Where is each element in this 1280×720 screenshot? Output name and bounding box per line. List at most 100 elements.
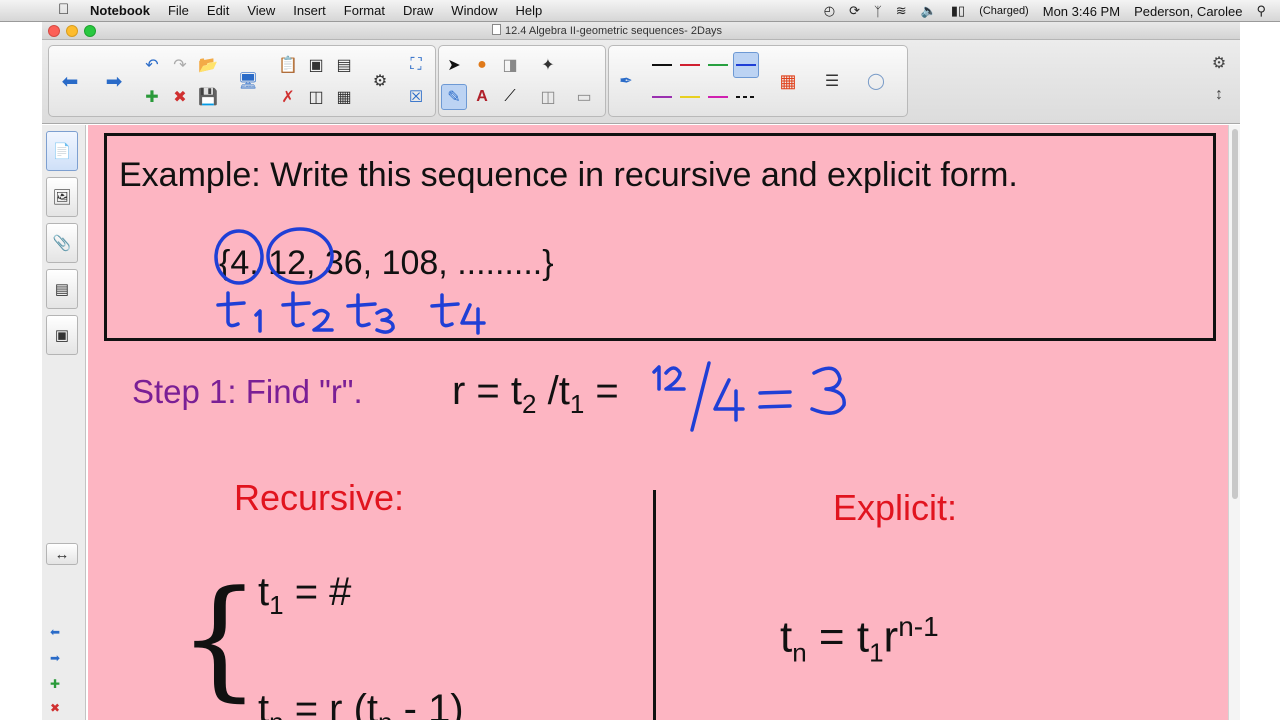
gallery-tab[interactable]: 🖼 — [46, 177, 78, 217]
notebook-page[interactable]: Example: Write this sequence in recursiv… — [88, 125, 1228, 720]
ink-equals — [758, 390, 792, 409]
properties-icon: ▤ — [54, 281, 70, 298]
menu-draw[interactable]: Draw — [403, 3, 433, 18]
menu-format[interactable]: Format — [344, 3, 385, 18]
menu-edit[interactable]: Edit — [207, 3, 229, 18]
menu-view[interactable]: View — [247, 3, 275, 18]
window-zoom-button[interactable] — [84, 25, 96, 37]
ink-t4-bar — [430, 302, 460, 308]
next-page-icon[interactable]: ➡ — [101, 68, 127, 94]
pen-swatch-magenta — [708, 96, 728, 98]
select-arrow-icon[interactable]: ➤ — [441, 52, 467, 78]
line-style-icon[interactable]: ☰ — [819, 68, 845, 94]
fullscreen-icon[interactable]: ⛶ — [403, 52, 429, 78]
spotlight-search-icon[interactable]: ⚲ — [1256, 3, 1266, 19]
menu-file[interactable]: File — [168, 3, 189, 18]
toolbar-group-tools: ➤ ● ◨ ✦ ✎ A ⟋ ◫ ▭ — [438, 45, 606, 117]
save-icon[interactable]: 💾 — [195, 84, 221, 110]
wifi-icon[interactable]: ≋ — [896, 3, 907, 19]
sidebar-add-page-icon[interactable]: ✚ — [50, 677, 60, 691]
canvas-area: 📄 🖼 📎 ▤ ▣ ↔ ⬅ ➡ ✚ ✖ Example: Write this … — [42, 125, 1240, 720]
open-folder-icon[interactable]: 📂 — [195, 52, 221, 78]
battery-status: (Charged) — [979, 5, 1029, 17]
pen-swatch-black — [652, 64, 672, 66]
display-screen-icon[interactable]: 🖥 — [235, 68, 261, 94]
toolbar-move-icon[interactable]: ↕ — [1206, 82, 1232, 108]
volume-icon[interactable]: 🔈 — [921, 3, 937, 19]
add-page-icon[interactable]: ✚ — [139, 84, 165, 110]
color-palette-icon[interactable]: ▦ — [775, 68, 801, 94]
menu-app[interactable]: Notebook — [90, 3, 150, 18]
ink-t3-stem — [356, 293, 371, 328]
ink-fraction-slash — [690, 361, 711, 432]
settings-gear-icon[interactable]: ⚙ — [1206, 50, 1232, 76]
pen-swatch-green — [708, 64, 728, 66]
bluetooth-icon[interactable]: ᛉ — [874, 4, 882, 19]
eraser-tool-icon[interactable]: ◨ — [497, 52, 523, 78]
shapes-icon[interactable]: ● — [469, 52, 495, 78]
sync-icon[interactable]: ⟳ — [849, 3, 860, 19]
side-panel-resize-button[interactable]: ↔ — [46, 543, 78, 565]
menu-insert[interactable]: Insert — [293, 3, 326, 18]
menubar-user[interactable]: Pederson, Carolee — [1134, 4, 1242, 19]
properties-icon[interactable]: ⚙ — [367, 68, 393, 94]
pen-icon[interactable]: ✒ — [613, 68, 639, 94]
redo-icon[interactable]: ↷ — [167, 52, 193, 78]
undo-icon[interactable]: ↶ — [139, 52, 165, 78]
window-title-text: 12.4 Algebra II-geometric sequences- 2Da… — [505, 25, 723, 37]
previous-page-icon[interactable]: ⬅ — [57, 68, 83, 94]
toolbar-group-main: ⬅ ➡ ↶ ↷ 📂 ✚ ✖ 💾 🖥 📋 ▣ ▤ ✗ ◫ ▦ ⚙ ⛶ ☒ — [48, 45, 436, 117]
menubar-clock[interactable]: Mon 3:46 PM — [1043, 4, 1120, 19]
menu-list: Notebook File Edit View Insert Format Dr… — [90, 3, 560, 18]
pen-style-red[interactable] — [677, 52, 703, 78]
window-close-button[interactable] — [48, 25, 60, 37]
ink-t2-sub — [312, 308, 334, 332]
delete-page-icon[interactable]: ✖ — [167, 84, 193, 110]
sidebar-forward-icon[interactable]: ➡ — [50, 651, 60, 665]
properties-tab[interactable]: ▤ — [46, 269, 78, 309]
pen-swatch-blue — [736, 64, 756, 66]
ink-t2-stem — [291, 291, 305, 328]
document-camera-icon[interactable]: ◫ — [303, 84, 329, 110]
screen-capture-icon[interactable]: ▣ — [303, 52, 329, 78]
vertical-scrollbar[interactable] — [1228, 125, 1240, 720]
handwriting-ink — [214, 227, 846, 432]
sidebar-delete-page-icon[interactable]: ✖ — [50, 701, 60, 715]
pen-style-blue[interactable] — [733, 52, 759, 78]
notebook-window: 12.4 Algebra II-geometric sequences- 2Da… — [42, 22, 1240, 720]
text-tool-icon[interactable]: A — [469, 84, 495, 110]
eraser-icon[interactable]: ▭ — [571, 84, 597, 110]
pen-style-magenta[interactable] — [705, 84, 731, 110]
ink-t1-bar — [216, 301, 246, 307]
pen-tool-icon[interactable]: ✎ — [441, 84, 467, 110]
transparency-icon[interactable]: ◯ — [863, 68, 889, 94]
paste-icon[interactable]: 📋 — [275, 52, 301, 78]
time-machine-icon[interactable]: ◴ — [824, 3, 835, 19]
menu-help[interactable]: Help — [516, 3, 543, 18]
ink-t4-sub — [460, 303, 486, 335]
delete-icon[interactable]: ✗ — [275, 84, 301, 110]
pen-style-black[interactable] — [649, 52, 675, 78]
apple-menu-icon[interactable]:  — [58, 1, 69, 18]
pen-style-yellow[interactable] — [677, 84, 703, 110]
circle-term-1 — [214, 229, 264, 285]
menu-window[interactable]: Window — [451, 3, 497, 18]
close-x-icon[interactable]: ☒ — [403, 84, 429, 110]
window-minimize-button[interactable] — [66, 25, 78, 37]
attachments-tab[interactable]: 📎 — [46, 223, 78, 263]
ink-t3-sub — [375, 308, 395, 334]
page-sorter-tab[interactable]: 📄 — [46, 131, 78, 171]
fill-eraser-icon[interactable]: ◫ — [535, 84, 561, 110]
scrollbar-thumb[interactable] — [1232, 129, 1238, 499]
pen-style-dashed[interactable] — [733, 84, 759, 110]
toolbar-group-pens: ✒ ▦ ☰ ◯ — [608, 45, 908, 117]
line-tool-icon[interactable]: ⟋ — [497, 84, 523, 110]
sidebar-back-icon[interactable]: ⬅ — [50, 625, 60, 639]
table-icon[interactable]: ▦ — [331, 84, 357, 110]
battery-icon[interactable]: ▮▯ — [951, 3, 965, 19]
addons-tab[interactable]: ▣ — [46, 315, 78, 355]
pen-style-green[interactable] — [705, 52, 731, 78]
magic-pen-icon[interactable]: ✦ — [535, 52, 561, 78]
pen-style-purple[interactable] — [649, 84, 675, 110]
screen-shade-icon[interactable]: ▤ — [331, 52, 357, 78]
